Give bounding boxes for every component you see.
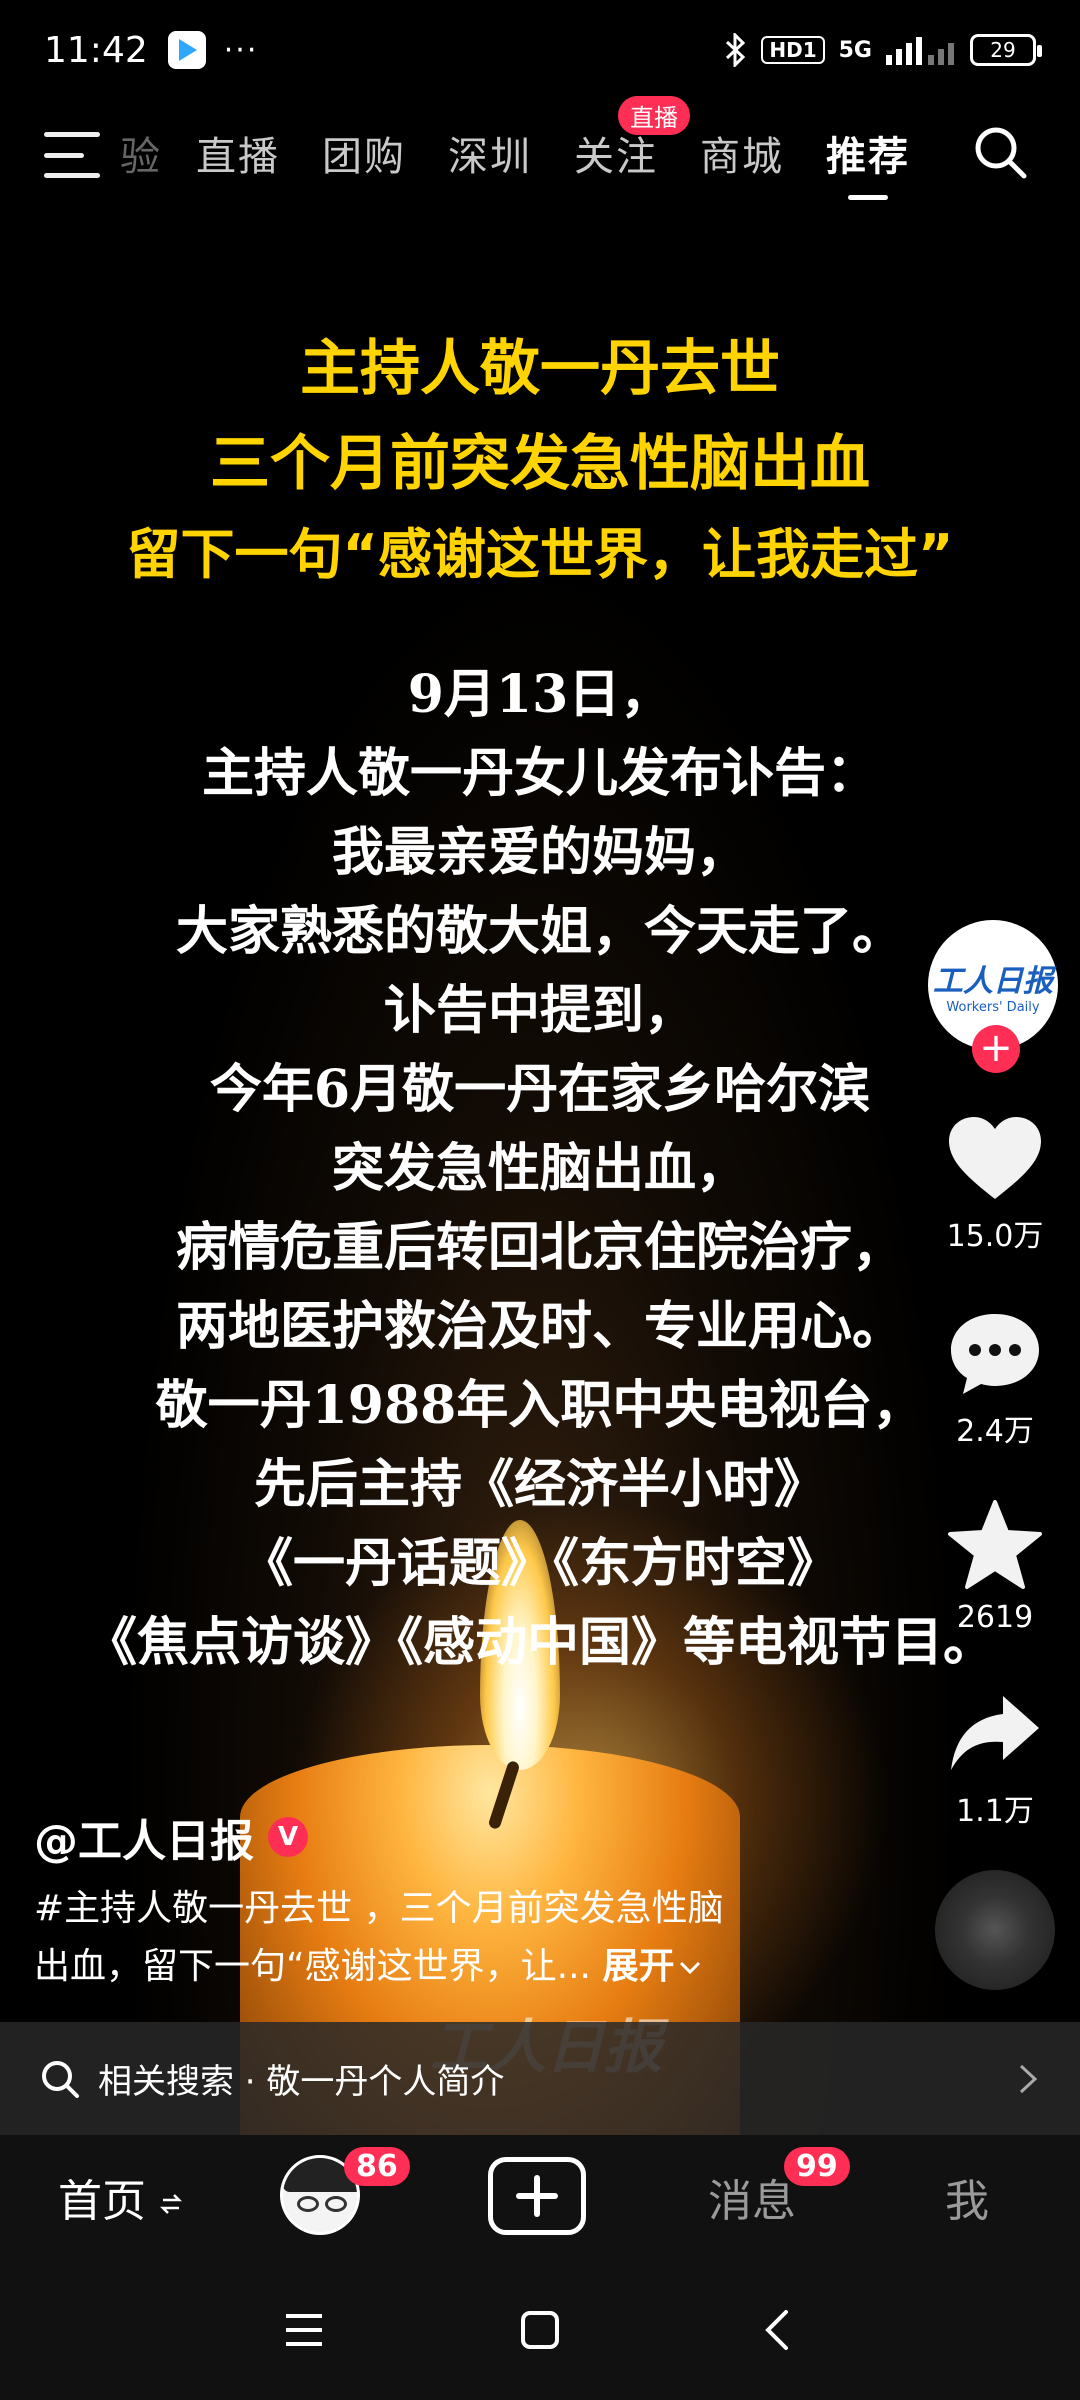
caption-line-2-text: 出血，留下一句“感谢这世界，让... bbox=[34, 1946, 603, 1987]
tab-partial[interactable]: 验 bbox=[120, 124, 162, 182]
network-label: 5G bbox=[838, 37, 872, 63]
signal-icon bbox=[886, 37, 954, 65]
body-line: 两地医护救治及时、专业用心。 bbox=[175, 1296, 904, 1357]
body-line: 病情危重后转回北京住院治疗， bbox=[175, 1217, 904, 1278]
avatar-logo: 工人日报 bbox=[933, 963, 1053, 999]
video-caption[interactable]: #主持人敬一丹去世 ，三个月前突发急性脑 出血，留下一句“感谢这世界，让... … bbox=[34, 1880, 834, 1996]
share-icon bbox=[951, 1696, 1039, 1770]
switch-icon bbox=[159, 2194, 183, 2214]
hd-indicator: HD1 bbox=[761, 36, 825, 64]
live-badge: 直播 bbox=[618, 96, 690, 135]
recents-icon[interactable] bbox=[282, 2308, 326, 2352]
body-line: 敬一丹1988年入职中央电视台， bbox=[155, 1375, 925, 1436]
favorite-button[interactable]: 2619 bbox=[925, 1500, 1065, 1635]
messages-badge: 99 bbox=[784, 2147, 850, 2186]
tab-shenzhen[interactable]: 深圳 bbox=[448, 124, 532, 182]
play-store-icon bbox=[167, 31, 206, 69]
body-line: 主持人敬一丹女儿发布讣告： bbox=[201, 743, 878, 804]
headline-line-2: 三个月前突发急性脑出血 bbox=[210, 429, 870, 499]
body-line: 9月13日， bbox=[407, 664, 673, 725]
status-right: HD1 5G 29 bbox=[723, 33, 1042, 67]
tab-group-buy[interactable]: 团购 bbox=[322, 124, 406, 182]
nav-home-label: 首页 bbox=[58, 2176, 146, 2227]
status-more: ··· bbox=[223, 32, 259, 68]
chevron-down-icon[interactable] bbox=[678, 1958, 702, 1978]
tab-recommended[interactable]: 推荐 bbox=[826, 124, 910, 200]
friends-badge: 86 bbox=[344, 2147, 410, 2186]
top-nav: 验 直播 团购 深圳 关注 直播 商城 推荐 bbox=[0, 96, 1080, 200]
search-icon[interactable] bbox=[972, 124, 1028, 180]
related-search-bar[interactable]: 相关搜索 · 敬一丹个人简介 bbox=[0, 2022, 1080, 2135]
avatar-sub: Workers' Daily bbox=[946, 999, 1040, 1015]
comment-icon bbox=[951, 1314, 1039, 1394]
menu-icon[interactable] bbox=[44, 132, 100, 178]
expand-button[interactable]: 展开 bbox=[602, 1946, 674, 1987]
like-count: 15.0万 bbox=[946, 1219, 1044, 1254]
headline-line-3: 留下一句“感谢这世界，让我走过” bbox=[126, 523, 954, 586]
headline-line-1: 主持人敬一丹去世 bbox=[300, 334, 780, 404]
author-name[interactable]: @工人日报 V bbox=[34, 1805, 308, 1869]
home-icon[interactable] bbox=[518, 2308, 562, 2352]
caption-line-1: #主持人敬一丹去世 ，三个月前突发急性脑 bbox=[34, 1888, 724, 1929]
body-line: 讣告中提到， bbox=[383, 980, 696, 1041]
comment-button[interactable]: 2.4万 bbox=[925, 1310, 1065, 1450]
body-line: 突发急性脑出血， bbox=[331, 1138, 748, 1199]
follow-button[interactable]: + bbox=[972, 1025, 1020, 1073]
nav-messages[interactable]: 消息 bbox=[708, 2165, 796, 2229]
bluetooth-icon bbox=[726, 33, 746, 67]
verified-badge: V bbox=[268, 1817, 308, 1857]
status-time: 11:42 bbox=[44, 29, 148, 71]
author-handle[interactable]: @工人日报 bbox=[34, 1805, 254, 1869]
body-line: 《一丹话题》《东方时空》 bbox=[240, 1533, 839, 1594]
music-disc[interactable] bbox=[935, 1870, 1055, 1990]
video-player[interactable]: 主持人敬一丹去世 三个月前突发急性脑出血 留下一句“感谢这世界，让我走过” 9月… bbox=[0, 200, 1080, 2135]
video-body-text: 9月13日， 主持人敬一丹女儿发布讣告： 我最亲爱的妈妈， 大家熟悉的敬大姐，今… bbox=[0, 655, 1080, 1682]
system-nav bbox=[0, 2260, 1080, 2400]
body-line: 我最亲爱的妈妈， bbox=[331, 822, 748, 883]
nav-home[interactable]: 首页 bbox=[58, 2165, 183, 2229]
body-line: 先后主持《经济半小时》 bbox=[253, 1454, 826, 1515]
related-search-label: 相关搜索 · 敬一丹个人简介 bbox=[98, 2062, 505, 2102]
body-line: 大家熟悉的敬大姐，今天走了。 bbox=[175, 901, 904, 962]
tab-live[interactable]: 直播 bbox=[196, 124, 280, 182]
heart-icon bbox=[949, 1117, 1041, 1199]
like-button[interactable]: 15.0万 bbox=[925, 1115, 1065, 1255]
bottom-nav: 首页 86 消息 99 我 bbox=[0, 2135, 1080, 2260]
share-count: 1.1万 bbox=[956, 1794, 1034, 1829]
battery-indicator: 29 bbox=[970, 34, 1042, 66]
search-icon bbox=[42, 2060, 79, 2098]
share-button[interactable]: 1.1万 bbox=[925, 1690, 1065, 1830]
body-line: 今年6月敬一丹在家乡哈尔滨 bbox=[209, 1059, 871, 1120]
star-icon bbox=[948, 1500, 1042, 1589]
body-line: 《焦点访谈》《感动中国》等电视节目。 bbox=[84, 1612, 995, 1673]
back-icon[interactable] bbox=[756, 2308, 800, 2352]
create-button[interactable] bbox=[488, 2157, 586, 2235]
favorite-count: 2619 bbox=[956, 1600, 1034, 1635]
plus-icon bbox=[516, 2175, 558, 2217]
chevron-right-icon bbox=[1019, 2064, 1038, 2093]
comment-count: 2.4万 bbox=[956, 1414, 1034, 1449]
nav-me[interactable]: 我 bbox=[945, 2165, 989, 2229]
caption-line-2: 出血，留下一句“感谢这世界，让... 展开 bbox=[34, 1938, 834, 1996]
tab-mall[interactable]: 商城 bbox=[700, 124, 784, 182]
status-bar: 11:42 ··· HD1 5G 29 bbox=[0, 0, 1080, 100]
battery-level: 29 bbox=[990, 38, 1016, 62]
